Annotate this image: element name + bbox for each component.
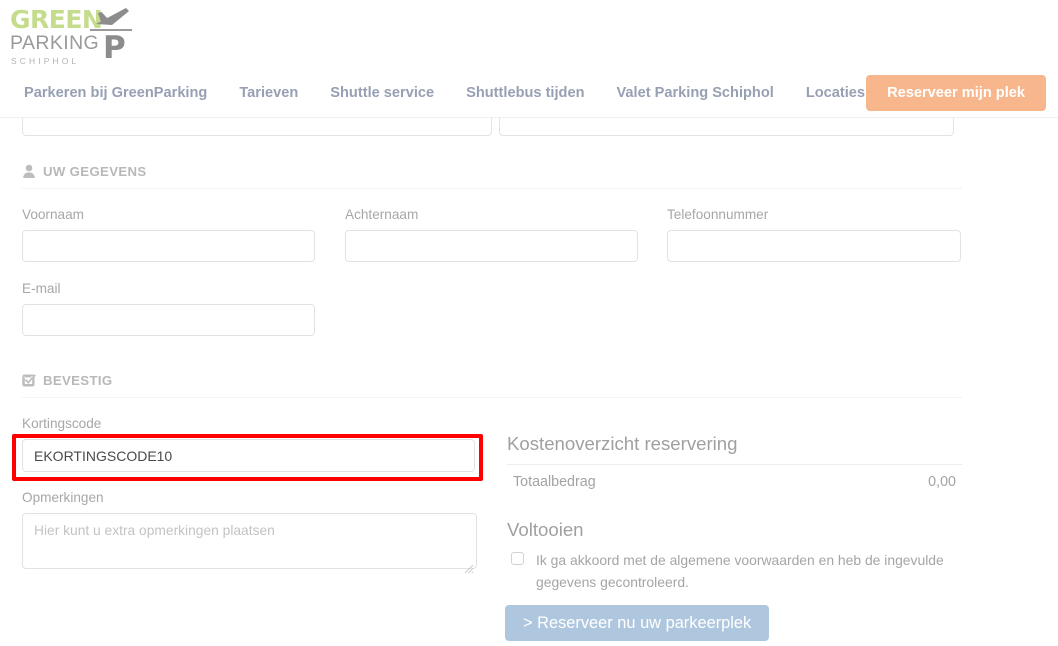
input-achternaam[interactable] — [345, 230, 638, 262]
nav-item-valet-parking-schiphol[interactable]: Valet Parking Schiphol — [600, 74, 789, 112]
label-telefoonnummer: Telefoonnummer — [667, 207, 769, 222]
label-kortingscode: Kortingscode — [22, 416, 102, 431]
field-email: E-mail — [22, 280, 315, 336]
site-logo[interactable]: GREEN PARKING SCHIPHOL P — [8, 6, 138, 68]
field-telefoonnummer: Telefoonnummer — [667, 206, 961, 262]
input-email[interactable] — [22, 304, 315, 336]
input-voornaam[interactable] — [22, 230, 315, 262]
section-title-details: UW GEGEVENS — [43, 164, 147, 179]
section-header-confirm: BEVESTIG — [22, 373, 112, 388]
field-opmerkingen: Opmerkingen — [22, 489, 477, 574]
summary-divider — [507, 464, 962, 465]
complete-title: Voltooien — [507, 519, 584, 540]
field-voornaam: Voornaam — [22, 206, 315, 262]
person-icon — [22, 164, 36, 179]
nav-item-tarieven[interactable]: Tarieven — [223, 74, 314, 112]
label-opmerkingen: Opmerkingen — [22, 490, 104, 505]
field-kortingscode: Kortingscode — [22, 415, 475, 472]
nav-item-shuttlebus-tijden[interactable]: Shuttlebus tijden — [450, 74, 600, 112]
terms-agreement-row: Ik ga akkoord met de algemene voorwaarde… — [507, 549, 956, 593]
terms-label: Ik ga akkoord met de algemene voorwaarde… — [536, 552, 944, 590]
input-opmerkingen[interactable] — [22, 513, 477, 569]
label-achternaam: Achternaam — [345, 207, 419, 222]
section-header-details: UW GEGEVENS — [22, 164, 147, 179]
summary-title: Kostenoverzicht reservering — [507, 433, 738, 454]
airplane-p-icon: P — [86, 6, 136, 68]
submit-reservation-button[interactable]: > Reserveer nu uw parkeerplek — [505, 605, 770, 641]
nav-item-shuttle-service[interactable]: Shuttle service — [314, 74, 450, 112]
summary-row-label: Totaalbedrag — [513, 474, 596, 490]
section-divider-confirm — [22, 397, 961, 398]
summary-row-value: 0,00 — [928, 474, 956, 490]
input-telefoonnummer[interactable] — [667, 230, 961, 262]
terms-checkbox[interactable] — [511, 552, 524, 565]
label-email: E-mail — [22, 281, 61, 296]
section-title-confirm: BEVESTIG — [43, 373, 113, 388]
input-kortingscode[interactable] — [22, 439, 475, 472]
site-header: GREEN PARKING SCHIPHOL P Parkeren bij Gr… — [0, 0, 1058, 118]
nav-item-parkeren-bij-greenparking[interactable]: Parkeren bij GreenParking — [8, 74, 223, 112]
main-navigation: Parkeren bij GreenParking Tarieven Shutt… — [8, 74, 881, 112]
label-voornaam: Voornaam — [22, 207, 84, 222]
summary-row-totaalbedrag: Totaalbedrag 0,00 — [513, 474, 956, 490]
section-divider-details — [22, 188, 961, 189]
reserve-my-spot-button[interactable]: Reserveer mijn plek — [866, 75, 1046, 111]
field-achternaam: Achternaam — [345, 206, 638, 262]
logo-text-schiphol: SCHIPHOL — [11, 56, 80, 66]
logo-letter-p: P — [103, 30, 126, 66]
checkbox-checked-icon — [22, 373, 36, 388]
